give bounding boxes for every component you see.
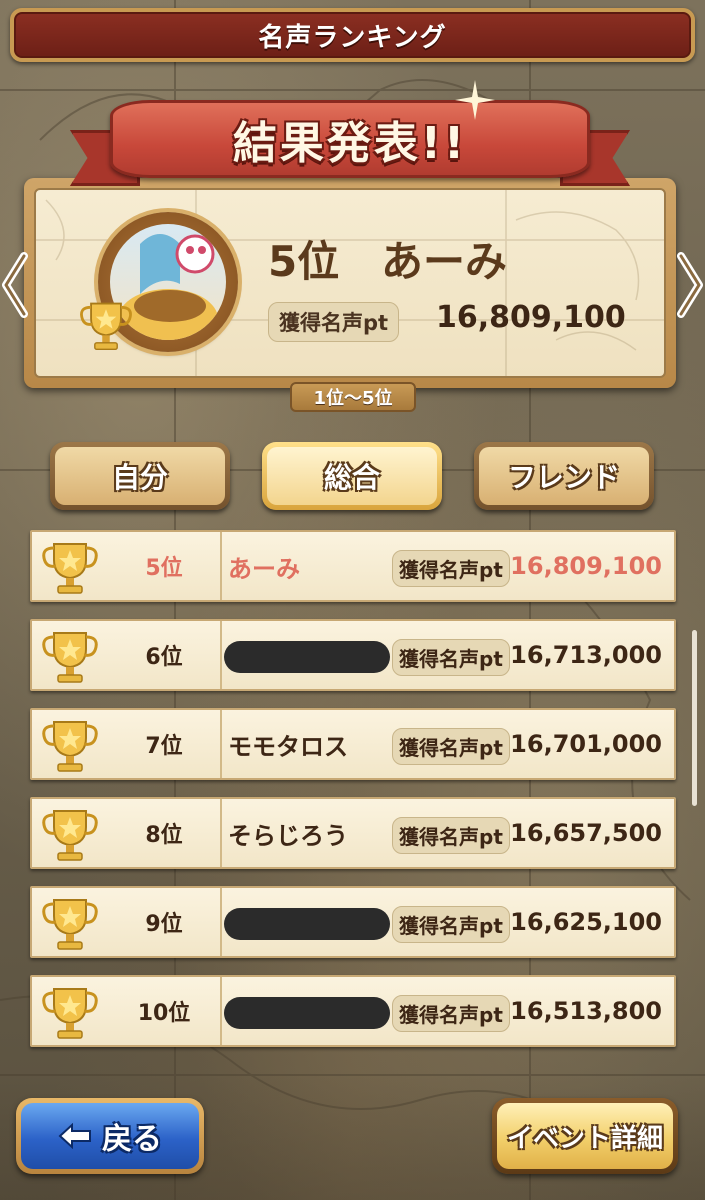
ranking-row[interactable]: 7位 モモタロス 獲得名声pt 16,701,000 (30, 708, 676, 780)
trophy-icon (40, 627, 100, 687)
back-button-label: 戻る (102, 1122, 162, 1157)
row-player-name: そらじろう (228, 821, 348, 850)
ranking-list[interactable]: 5位 あーみ 獲得名声pt 16,809,100 6位 獲得名声pt 16,713,000 7… (30, 530, 676, 1064)
row-player-name: モモタロス (228, 732, 348, 761)
row-pt-value: 16,713,000 (510, 641, 662, 669)
row-pt-label: 獲得名声pt (392, 906, 510, 943)
tab-self[interactable]: 自分 (50, 442, 230, 510)
tab-overall[interactable]: 総合 (262, 442, 442, 510)
row-pt-value: 16,701,000 (510, 730, 662, 758)
trophy-icon (40, 894, 100, 954)
result-pt-value: 16,809,100 (436, 300, 626, 335)
tab-self-label: 自分 (55, 447, 225, 505)
result-card: 5位 あーみ 獲得名声pt 16,809,100 (24, 178, 676, 388)
row-divider (220, 621, 222, 689)
chevron-right-icon[interactable] (675, 250, 705, 320)
row-pt-label: 獲得名声pt (392, 639, 510, 676)
result-pt-label: 獲得名声pt (268, 302, 400, 342)
trophy-icon (40, 805, 100, 865)
row-rank: 10位 (137, 1001, 191, 1026)
chevron-left-icon[interactable] (0, 250, 30, 320)
title-bar: 名声ランキング (10, 8, 695, 62)
row-rank: 7位 (145, 734, 183, 759)
row-pt-label: 獲得名声pt (392, 995, 510, 1032)
redacted-name (224, 641, 390, 673)
page-title: 名声ランキング (258, 22, 447, 53)
sparkle-icon (455, 80, 495, 120)
row-pt-label: 獲得名声pt (392, 817, 510, 854)
row-player-name: あーみ (228, 554, 300, 583)
result-card-inner: 5位 あーみ 獲得名声pt 16,809,100 (34, 188, 666, 378)
row-rank: 6位 (145, 645, 183, 670)
redacted-name (224, 908, 390, 940)
event-detail-button[interactable]: イベント詳細 (492, 1098, 678, 1174)
trophy-icon (40, 538, 100, 598)
trophy-icon (40, 983, 100, 1043)
row-pt-value: 16,625,100 (510, 908, 662, 936)
banner-text: 結果発表!! (232, 118, 468, 169)
row-rank: 8位 (145, 823, 183, 848)
row-divider (220, 710, 222, 778)
redacted-name (224, 997, 390, 1029)
row-pt-value: 16,809,100 (510, 552, 662, 580)
row-pt-value: 16,657,500 (510, 819, 662, 847)
ranking-row[interactable]: 8位 そらじろう 獲得名声pt 16,657,500 (30, 797, 676, 869)
row-pt-value: 16,513,800 (510, 997, 662, 1025)
trophy-icon (80, 302, 132, 351)
ribbon-body: 結果発表!! (110, 100, 590, 178)
event-detail-button-label: イベント詳細 (497, 1103, 673, 1169)
back-button[interactable]: 戻る (16, 1098, 204, 1174)
result-banner: 結果発表!! (70, 100, 630, 196)
rank-range-tag: 1位〜5位 (290, 382, 416, 412)
row-divider (220, 977, 222, 1045)
result-rank: 5位 (268, 237, 340, 286)
ranking-row[interactable]: 5位 あーみ 獲得名声pt 16,809,100 (30, 530, 676, 602)
ranking-row[interactable]: 10位 獲得名声pt 16,513,800 (30, 975, 676, 1047)
row-divider (220, 799, 222, 867)
row-rank: 5位 (145, 556, 183, 581)
trophy-icon (40, 716, 100, 776)
tab-friends-label: フレンド (479, 447, 649, 505)
ranking-row[interactable]: 6位 獲得名声pt 16,713,000 (30, 619, 676, 691)
arrow-left-icon (58, 1123, 91, 1149)
row-divider (220, 532, 222, 600)
back-button-inner: 戻る (21, 1103, 199, 1169)
row-pt-label: 獲得名声pt (392, 550, 510, 587)
result-player-name: あーみ (381, 237, 508, 286)
row-divider (220, 888, 222, 956)
row-pt-label: 獲得名声pt (392, 728, 510, 765)
tab-friends[interactable]: フレンド (474, 442, 654, 510)
scrollbar[interactable] (692, 630, 697, 806)
row-rank: 9位 (145, 912, 183, 937)
ranking-row[interactable]: 9位 獲得名声pt 16,625,100 (30, 886, 676, 958)
tab-overall-label: 総合 (267, 447, 437, 505)
